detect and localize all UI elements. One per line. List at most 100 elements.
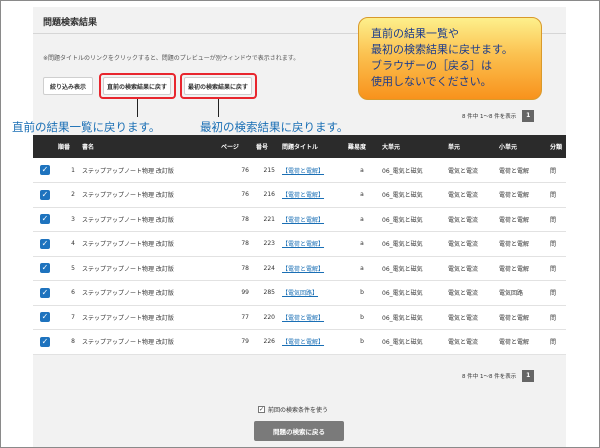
cell-class: 問 xyxy=(550,265,557,273)
header-minor-unit: 小単元 xyxy=(499,144,518,151)
cell-book: ステップアップノート物理 改訂版 xyxy=(82,314,174,322)
cell-difficulty: b xyxy=(360,289,364,297)
pagination-bottom: 8 件中 1〜8 件を表示 1 xyxy=(462,370,535,382)
header-order: 順番 xyxy=(58,144,71,151)
problem-title-link[interactable]: 【電荷と電解】 xyxy=(282,266,324,273)
problem-title-link[interactable]: 【電気回路】 xyxy=(282,290,318,297)
cell-minor-unit: 電荷と電解 xyxy=(499,314,530,322)
cell-order: 7 xyxy=(71,313,75,321)
row-select-cell: ✓ xyxy=(33,183,55,208)
row-checkbox[interactable]: ✓ xyxy=(40,287,50,298)
cell-minor-unit: 電荷と電解 xyxy=(499,339,530,347)
row-select-cell: ✓ xyxy=(33,256,55,281)
connector-line-left xyxy=(137,99,138,117)
cell-page: 76 xyxy=(241,166,249,174)
cell-major-unit: 06_電気と磁気 xyxy=(382,241,423,249)
cell-unit: 電気と電流 xyxy=(448,192,479,200)
cell-number: 226 xyxy=(263,338,275,346)
row-checkbox[interactable]: ✓ xyxy=(40,336,50,347)
filter-button[interactable]: 絞り込み表示 xyxy=(43,77,93,95)
row-checkbox[interactable]: ✓ xyxy=(40,165,50,175)
problem-title-link[interactable]: 【電荷と電解】 xyxy=(282,339,324,346)
cell-order: 3 xyxy=(71,215,75,223)
cell-unit: 電気と電流 xyxy=(448,314,479,322)
cell-minor-unit: 電荷と電解 xyxy=(499,241,530,249)
problem-title-link[interactable]: 【電荷と電解】 xyxy=(282,241,324,248)
table-row: ✓ 6 ステップアップノート物理 改訂版 99 285 【電気回路】 b 06_電気と磁気 電気… xyxy=(33,280,566,306)
row-checkbox[interactable]: ✓ xyxy=(40,214,50,225)
previous-condition-option[interactable]: ✓ 前回の検索条件を使う xyxy=(258,405,328,414)
cell-number: 224 xyxy=(263,264,275,272)
cell-order: 5 xyxy=(71,264,75,272)
results-table: 順番 書名 ページ 番号 問題タイトル 難易度 大単元 単元 小単元 分類 ✓ 1… xyxy=(33,135,566,355)
page-number-button[interactable]: 1 xyxy=(522,370,535,382)
title-cell: 【電荷と電解】 xyxy=(279,207,345,232)
header-book: 書名 xyxy=(82,144,95,151)
cell-book: ステップアップノート物理 改訂版 xyxy=(82,167,174,175)
cell-major-unit: 06_電気と磁気 xyxy=(382,192,423,200)
table-row: ✓ 4 ステップアップノート物理 改訂版 78 223 【電荷と電解】 a 06_電気と磁気 電… xyxy=(33,231,566,257)
back-to-search-button[interactable]: 問題の検索に戻る xyxy=(254,421,344,441)
cell-class: 問 xyxy=(550,216,557,224)
cell-class: 問 xyxy=(550,192,557,200)
title-cell: 【電気回路】 xyxy=(279,281,345,306)
page-title: 問題検索結果 xyxy=(43,18,98,28)
notice-callout: 直前の結果一覧や 最初の検索結果に戻せます。 ブラウザーの［戻る］は 使用しない… xyxy=(358,17,542,100)
cell-number: 216 xyxy=(263,191,275,199)
table-row: ✓ 5 ステップアップノート物理 改訂版 78 224 【電荷と電解】 a 06_電気と磁気 電… xyxy=(33,256,566,281)
cell-major-unit: 06_電気と磁気 xyxy=(382,167,423,175)
cell-difficulty: a xyxy=(360,215,364,223)
header-number: 番号 xyxy=(256,144,269,151)
cell-order: 2 xyxy=(71,191,75,199)
title-cell: 【電荷と電解】 xyxy=(279,256,345,281)
table-row: ✓ 7 ステップアップノート物理 改訂版 77 220 【電荷と電解】 b 06_電気と磁気 電… xyxy=(33,305,566,330)
annotation-back-previous: 直前の結果一覧に戻ります。 xyxy=(12,120,161,134)
previous-condition-label: 前回の検索条件を使う xyxy=(268,407,329,414)
problem-title-link[interactable]: 【電荷と電解】 xyxy=(282,168,324,175)
cell-book: ステップアップノート物理 改訂版 xyxy=(82,265,174,273)
title-cell: 【電荷と電解】 xyxy=(279,305,345,330)
row-checkbox[interactable]: ✓ xyxy=(40,189,50,200)
cell-class: 問 xyxy=(550,339,557,347)
row-select-cell: ✓ xyxy=(33,281,55,306)
cell-difficulty: b xyxy=(360,338,364,346)
header-class: 分類 xyxy=(550,144,563,151)
callout-line: 直前の結果一覧や xyxy=(371,27,459,40)
cell-major-unit: 06_電気と磁気 xyxy=(382,216,423,224)
row-checkbox[interactable]: ✓ xyxy=(40,263,50,274)
cell-class: 問 xyxy=(550,167,557,175)
header-title: 問題タイトル xyxy=(282,144,319,151)
row-select-cell: ✓ xyxy=(33,330,55,355)
cell-order: 1 xyxy=(71,166,75,174)
row-checkbox[interactable]: ✓ xyxy=(40,238,50,249)
cell-book: ステップアップノート物理 改訂版 xyxy=(82,339,174,347)
cell-minor-unit: 電荷と電解 xyxy=(499,265,530,273)
cell-book: ステップアップノート物理 改訂版 xyxy=(82,192,174,200)
callout-line: 最初の検索結果に戻せます。 xyxy=(371,43,513,56)
problem-title-link[interactable]: 【電荷と電解】 xyxy=(282,192,324,199)
cell-major-unit: 06_電気と磁気 xyxy=(382,339,423,347)
table-row: ✓ 2 ステップアップノート物理 改訂版 76 216 【電荷と電解】 a 06_電気と磁気 電… xyxy=(33,182,566,208)
row-select-cell: ✓ xyxy=(33,158,55,183)
title-cell: 【電荷と電解】 xyxy=(279,330,345,355)
cell-page: 99 xyxy=(241,289,249,297)
row-select-cell: ✓ xyxy=(33,207,55,232)
row-checkbox[interactable]: ✓ xyxy=(40,312,50,323)
cell-number: 221 xyxy=(263,215,275,223)
cell-class: 問 xyxy=(550,314,557,322)
cell-number: 215 xyxy=(263,166,275,174)
page-number-button[interactable]: 1 xyxy=(522,110,535,122)
instruction-text: ※問題タイトルのリンクをクリックすると、問題のプレビューが別ウィンドウで表示され… xyxy=(43,55,300,62)
cell-unit: 電気と電流 xyxy=(448,339,479,347)
row-select-cell: ✓ xyxy=(33,232,55,257)
highlight-back-first xyxy=(180,73,257,99)
cell-order: 8 xyxy=(71,338,75,346)
table-row: ✓ 8 ステップアップノート物理 改訂版 79 226 【電荷と電解】 b 06_電気と磁気 電… xyxy=(33,329,566,355)
problem-title-link[interactable]: 【電荷と電解】 xyxy=(282,315,324,322)
cell-difficulty: a xyxy=(360,191,364,199)
problem-title-link[interactable]: 【電荷と電解】 xyxy=(282,217,324,224)
pagination-top: 8 件中 1〜8 件を表示 1 xyxy=(462,110,535,122)
pagination-summary: 8 件中 1〜8 件を表示 xyxy=(462,114,517,120)
header-unit: 単元 xyxy=(448,144,461,151)
previous-condition-checkbox[interactable]: ✓ xyxy=(258,406,265,413)
